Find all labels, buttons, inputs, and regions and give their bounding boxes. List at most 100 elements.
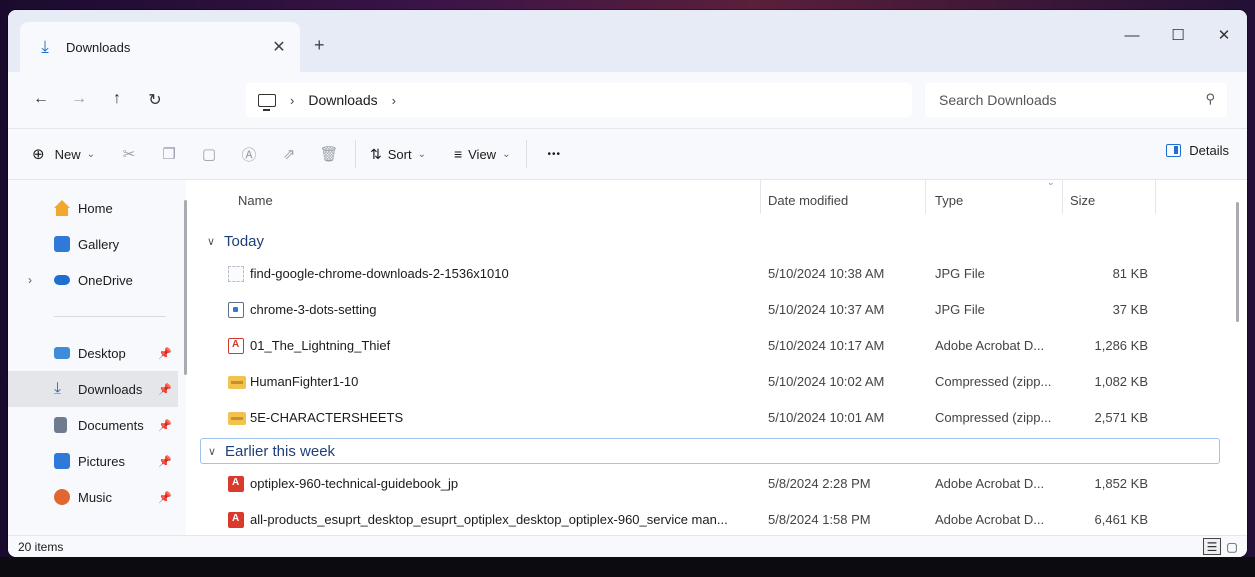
column-header-type[interactable]: Type [935, 186, 1055, 214]
share-icon[interactable]: ⇗ [273, 145, 305, 163]
navigation-buttons: ← → ↑ ↻ [22, 90, 174, 110]
new-label: New [54, 146, 81, 162]
sidebar-item-label: Pictures [78, 453, 125, 469]
view-list-icon: ≡ [453, 146, 463, 162]
file-date: 5/10/2024 10:38 AM [768, 266, 885, 281]
sort-button[interactable]: ⇅ Sort ⌄ [370, 146, 426, 163]
cut-icon[interactable]: ✂ [113, 145, 145, 163]
column-header-size[interactable]: Size [1070, 186, 1150, 214]
view-label: View [468, 146, 497, 162]
sidebar-item-desktop[interactable]: Desktop 📌 [8, 335, 178, 371]
sidebar-item-onedrive[interactable]: › OneDrive [8, 262, 178, 298]
table-row[interactable]: 5E-CHARACTERSHEETS 5/10/2024 10:01 AM Co… [200, 400, 1220, 436]
file-list: ⌄ Name Date modified Type Size ∨ Today f… [200, 177, 1239, 538]
pdf-icon [228, 476, 244, 492]
table-row[interactable]: chrome-3-dots-setting 5/10/2024 10:37 AM… [200, 292, 1220, 328]
zip-folder-icon [228, 376, 246, 389]
file-type: Compressed (zipp... [935, 374, 1052, 389]
chevron-down-icon: ⌄ [86, 148, 95, 160]
breadcrumb-separator-icon[interactable]: › [290, 93, 294, 108]
column-header-date[interactable]: Date modified [768, 186, 918, 214]
breadcrumb[interactable]: › Downloads › [246, 83, 912, 117]
group-header-earlier-this-week[interactable]: ∨ Earlier this week [200, 438, 1220, 464]
this-pc-icon[interactable] [258, 93, 276, 111]
pin-icon[interactable]: 📌 [158, 347, 172, 360]
sidebar-item-gallery[interactable]: Gallery [8, 226, 178, 262]
sort-icon: ⇅ [369, 145, 382, 162]
download-icon: ⤓ [41, 37, 49, 56]
forward-button[interactable]: → [60, 90, 98, 110]
file-name: 01_The_Lightning_Thief [250, 338, 391, 353]
pin-icon[interactable]: 📌 [158, 491, 172, 504]
minimize-button[interactable]: — [1109, 20, 1155, 50]
maximize-button[interactable]: ☐ [1155, 20, 1201, 50]
back-button[interactable]: ← [22, 90, 60, 110]
sidebar-item-label: Documents [78, 417, 144, 433]
pin-icon[interactable]: 📌 [158, 383, 172, 396]
refresh-button[interactable]: ↻ [136, 90, 174, 110]
breadcrumb-downloads[interactable]: Downloads [308, 92, 377, 108]
column-date-label: Date modified [768, 192, 849, 208]
file-size: 1,082 KB [1094, 374, 1149, 389]
sidebar-item-documents[interactable]: Documents 📌 [8, 407, 178, 443]
rename-icon[interactable]: Ⓐ [233, 144, 265, 165]
details-pane-icon [1166, 144, 1182, 157]
column-separator[interactable] [760, 180, 761, 214]
table-row[interactable]: find-google-chrome-downloads-2-1536x1010… [200, 256, 1220, 292]
file-name: HumanFighter1-10 [250, 374, 359, 389]
group-header-today[interactable]: ∨ Today [200, 228, 1220, 254]
pdf-icon [228, 512, 244, 528]
search-input[interactable]: Search Downloads [939, 92, 1057, 108]
search-icon[interactable]: ⚲ [1205, 91, 1215, 107]
sidebar-item-label: Home [78, 200, 113, 216]
sidebar-item-music[interactable]: Music 📌 [8, 479, 178, 515]
column-header-name[interactable]: Name [238, 186, 758, 214]
chevron-down-icon: ⌄ [417, 148, 426, 160]
file-type: Adobe Acrobat D... [935, 338, 1045, 353]
item-count: 20 items [18, 539, 64, 554]
table-row[interactable]: 01_The_Lightning_Thief 5/10/2024 10:17 A… [200, 328, 1220, 364]
tab-title: Downloads [66, 39, 131, 55]
file-name: 5E-CHARACTERSHEETS [250, 410, 404, 425]
pin-icon[interactable]: 📌 [158, 419, 172, 432]
new-button[interactable]: ⊕ New ⌄ [32, 145, 95, 163]
file-list-scrollbar[interactable] [1236, 202, 1239, 322]
column-separator[interactable] [925, 180, 926, 214]
view-button[interactable]: ≡ View ⌄ [454, 146, 511, 162]
new-tab-button[interactable]: + [314, 35, 325, 56]
table-row[interactable]: all-products_esuprt_desktop_esuprt_optip… [200, 502, 1220, 538]
more-options-button[interactable]: ••• [547, 149, 561, 160]
tiles-view-icon[interactable]: ▢ [1223, 538, 1241, 555]
sidebar-item-downloads[interactable]: ⤓ Downloads 📌 [8, 371, 178, 407]
delete-icon[interactable]: 🗑 [313, 145, 345, 163]
sort-label: Sort [387, 146, 412, 162]
chevron-right-icon[interactable]: › [28, 273, 32, 287]
file-size: 37 KB [1112, 302, 1148, 317]
column-separator[interactable] [1062, 180, 1063, 214]
breadcrumb-separator-icon[interactable]: › [392, 93, 396, 108]
table-row[interactable]: optiplex-960-technical-guidebook_jp 5/8/… [200, 466, 1220, 502]
close-window-button[interactable]: ✕ [1201, 20, 1247, 50]
table-row[interactable]: HumanFighter1-10 5/10/2024 10:02 AM Comp… [200, 364, 1220, 400]
up-button[interactable]: ↑ [98, 90, 136, 110]
documents-icon [54, 417, 67, 433]
group-label: Today [224, 232, 265, 250]
sidebar-item-label: Music [78, 489, 112, 505]
file-size: 6,461 KB [1094, 512, 1149, 527]
details-pane-button[interactable]: Details [1166, 143, 1229, 158]
tab-downloads[interactable]: ⤓ Downloads ✕ [20, 22, 300, 72]
tab-close-button[interactable]: ✕ [264, 37, 294, 57]
sidebar-item-pictures[interactable]: Pictures 📌 [8, 443, 178, 479]
search-box[interactable]: Search Downloads ⚲ [925, 83, 1227, 117]
copy-icon[interactable]: ❐ [153, 145, 185, 163]
paste-icon[interactable]: ▢ [193, 145, 225, 163]
group-label: Earlier this week [225, 442, 336, 460]
pin-icon[interactable]: 📌 [158, 455, 172, 468]
column-separator[interactable] [1155, 180, 1156, 214]
gallery-icon [54, 236, 70, 252]
details-view-icon[interactable]: ☰ [1203, 538, 1221, 555]
sidebar-item-home[interactable]: Home [8, 190, 178, 226]
sidebar-scrollbar[interactable] [184, 200, 187, 375]
file-explorer-window: ⤓ Downloads ✕ + — ☐ ✕ ← → ↑ ↻ › Download… [8, 10, 1247, 557]
file-name: optiplex-960-technical-guidebook_jp [250, 476, 459, 491]
